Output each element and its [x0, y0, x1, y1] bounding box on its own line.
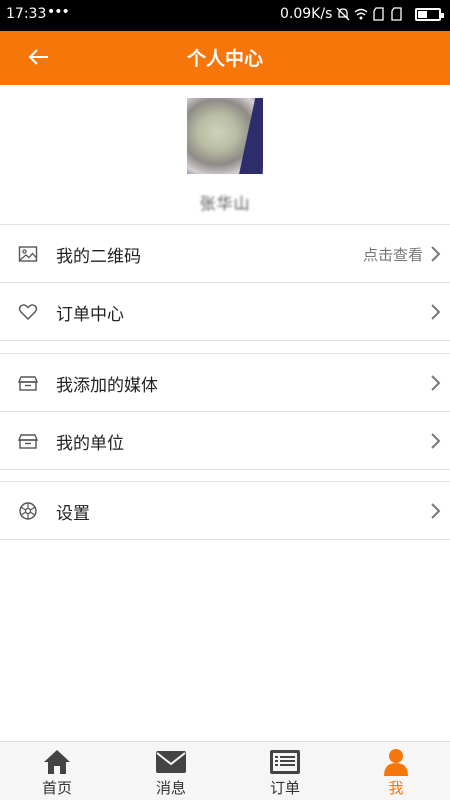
menu-item-my-unit[interactable]: 我的单位: [0, 411, 450, 470]
menu-item-qrcode[interactable]: 我的二维码 点击查看: [0, 224, 450, 282]
menu-item-my-media[interactable]: 我添加的媒体: [0, 353, 450, 411]
chevron-right-icon: [431, 304, 441, 320]
bottom-tab-bar: 首页 消息 订单 我: [0, 741, 450, 800]
tab-label: 订单: [269, 779, 300, 797]
tab-label: 首页: [41, 779, 72, 797]
tab-label: 我: [388, 779, 404, 797]
menu-item-label: 我的二维码: [56, 247, 141, 267]
menu-item-label: 我的单位: [56, 434, 124, 454]
tab-me[interactable]: 我: [340, 742, 450, 800]
box-icon: [18, 376, 38, 391]
user-icon: [384, 749, 408, 776]
box-icon: [18, 434, 38, 449]
status-dots: •••: [47, 4, 70, 20]
mute-icon: [336, 7, 350, 21]
tab-messages[interactable]: 消息: [115, 742, 227, 800]
heart-icon: [18, 304, 38, 320]
chevron-right-icon: [431, 246, 441, 262]
menu-item-label: 设置: [56, 504, 90, 524]
chevron-right-icon: [431, 503, 441, 519]
app-header: 个人中心: [0, 31, 450, 85]
envelope-icon: [156, 751, 186, 773]
menu-item-settings[interactable]: 设置: [0, 481, 450, 540]
tab-orders[interactable]: 订单: [229, 742, 341, 800]
status-icons: [336, 7, 404, 21]
image-icon: [18, 246, 38, 262]
menu-item-label: 订单中心: [56, 305, 124, 325]
wifi-icon: [354, 8, 368, 20]
tab-home[interactable]: 首页: [1, 742, 113, 800]
menu-item-hint: 点击查看: [362, 246, 423, 264]
status-bar: 17:33 ••• 0.09K/s: [0, 0, 450, 31]
list-icon: [270, 750, 300, 774]
gear-icon: [19, 502, 37, 520]
username: 张华山: [199, 194, 251, 213]
network-speed: 0.09K/s: [280, 6, 333, 22]
battery-icon: [415, 8, 444, 21]
menu-item-orders[interactable]: 订单中心: [0, 282, 450, 341]
chevron-right-icon: [431, 375, 441, 391]
sim1-icon: [373, 7, 384, 21]
sim2-icon: [391, 7, 402, 21]
chevron-right-icon: [431, 433, 441, 449]
avatar[interactable]: [187, 98, 263, 174]
page-title: 个人中心: [186, 48, 263, 70]
status-time: 17:33: [6, 6, 47, 22]
menu-item-label: 我添加的媒体: [56, 376, 158, 396]
home-icon: [44, 750, 70, 774]
tab-label: 消息: [155, 779, 186, 797]
